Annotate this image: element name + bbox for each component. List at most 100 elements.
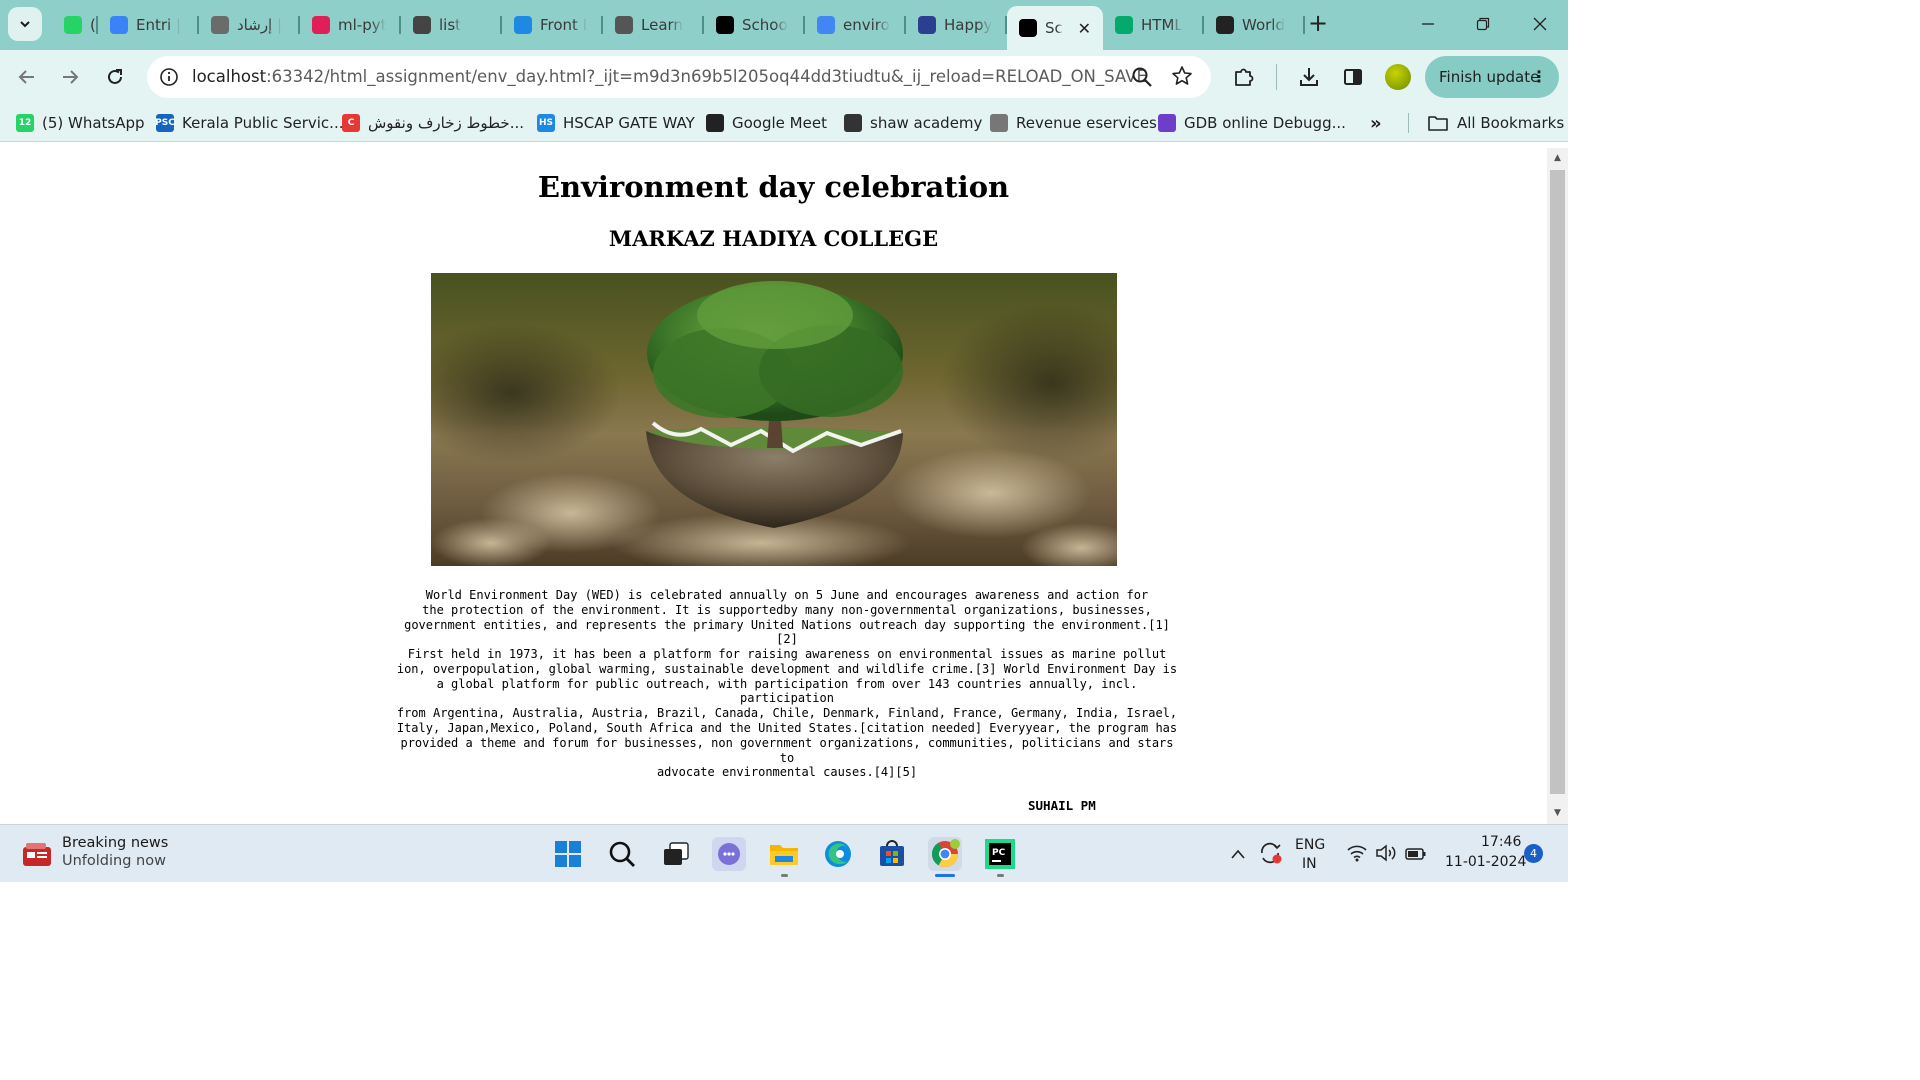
clock-date[interactable]: 11-01-2024 — [1445, 854, 1526, 870]
bookmark-item[interactable]: shaw academy — [844, 112, 982, 134]
openai-icon — [413, 16, 431, 34]
browser-tab[interactable]: list — [401, 0, 502, 50]
notification-badge[interactable]: 4 — [1524, 844, 1543, 863]
bookmark-item[interactable]: C خطوط زخارف ونقوش... — [342, 112, 524, 134]
bookmark-item[interactable]: 12 (5) WhatsApp — [16, 112, 145, 134]
browser-tab[interactable]: ml-pyt — [300, 0, 401, 50]
tab-title: HTML — [1141, 16, 1183, 34]
pycharm-icon: PC — [985, 839, 1015, 869]
pycharm-button[interactable]: PC — [983, 837, 1017, 871]
toolbar-divider — [1276, 64, 1277, 90]
zoom-icon[interactable] — [1131, 66, 1153, 92]
tab-title: list — [439, 16, 462, 34]
tab-title: Entri | — [136, 16, 182, 34]
forward-button[interactable] — [55, 62, 85, 92]
back-button[interactable] — [12, 62, 42, 92]
bookmark-item[interactable]: HS HSCAP GATE WAY — [537, 112, 695, 134]
language-code[interactable]: ENG — [1295, 837, 1325, 853]
openai-icon — [615, 16, 633, 34]
edge-icon — [825, 841, 851, 867]
taskbar-search-button[interactable] — [605, 837, 639, 871]
more-menu-icon[interactable]: ⋮ — [1531, 67, 1547, 86]
start-button[interactable] — [551, 837, 585, 871]
sync-status-icon[interactable] — [1258, 841, 1284, 869]
chrome-button[interactable] — [928, 837, 962, 871]
edge-button[interactable] — [821, 837, 855, 871]
globe-icon — [706, 114, 724, 132]
scroll-down-arrow[interactable]: ▼ — [1552, 808, 1563, 819]
tab-title: World — [1242, 16, 1285, 34]
site-info-icon[interactable] — [157, 65, 181, 89]
url-text[interactable]: localhost:63342/html_assignment/env_day.… — [192, 67, 1147, 86]
bookmark-item[interactable]: PSC Kerala Public Servic... — [155, 112, 343, 134]
more-bookmarks-button[interactable]: » — [1370, 112, 1382, 134]
browser-tab[interactable]: إرشاد | — [199, 0, 300, 50]
address-bar[interactable]: localhost:63342/html_assignment/env_day.… — [147, 56, 1211, 98]
taskbar-chat-button[interactable] — [712, 837, 746, 871]
show-hidden-icons-button[interactable] — [1230, 845, 1246, 864]
finish-update-button[interactable]: Finish update ⋮ — [1425, 56, 1559, 98]
extensions-button[interactable] — [1229, 62, 1259, 92]
bookmark-item[interactable]: GDB online Debugg... — [1158, 112, 1346, 134]
browser-tab[interactable]: enviro — [805, 0, 906, 50]
browser-tab[interactable]: (12) — [52, 0, 98, 50]
bookmark-item[interactable]: Google Meet — [706, 112, 827, 134]
scrollbar-thumb[interactable] — [1550, 170, 1565, 794]
tab-list: (12) Entri | إرشاد | ml-pyt list Front I Learn… — [52, 0, 1305, 50]
language-region[interactable]: IN — [1302, 856, 1317, 872]
browser-tab[interactable]: Front I — [502, 0, 603, 50]
pycharm-indicator — [997, 874, 1004, 877]
frontend-icon — [514, 16, 532, 34]
w3schools-icon — [1115, 16, 1133, 34]
all-bookmarks-button[interactable]: All Bookmarks — [1428, 112, 1564, 134]
entri-icon — [110, 16, 128, 34]
reload-button[interactable] — [100, 62, 130, 92]
clock-time[interactable]: 17:46 — [1481, 834, 1521, 850]
bookmark-star-icon[interactable] — [1171, 65, 1193, 91]
restore-button[interactable] — [1471, 12, 1495, 36]
wifi-icon[interactable] — [1347, 844, 1367, 866]
browser-toolbar: localhost:63342/html_assignment/env_day.… — [0, 50, 1568, 104]
volume-icon[interactable] — [1375, 844, 1397, 866]
whatsapp-icon — [64, 16, 82, 34]
browser-tab[interactable]: Schoo — [704, 0, 805, 50]
bookmark-label: (5) WhatsApp — [42, 114, 145, 132]
news-widget[interactable]: Breaking news Unfolding now — [22, 835, 168, 869]
bookmark-label: خطوط زخارف ونقوش... — [368, 114, 524, 132]
tab-title: Sc — [1045, 19, 1063, 37]
battery-icon[interactable] — [1405, 846, 1427, 865]
browser-tab[interactable]: Sc ✕ — [1007, 6, 1103, 50]
tab-search-button[interactable] — [8, 7, 42, 41]
bookmark-label: Google Meet — [732, 114, 827, 132]
tab-title: ml-pyt — [338, 16, 387, 34]
browser-tab[interactable]: Happy — [906, 0, 1007, 50]
close-window-button[interactable] — [1528, 12, 1552, 36]
browser-tab[interactable]: Entri | — [98, 0, 199, 50]
whatsapp-icon: 12 — [16, 114, 34, 132]
scroll-up-arrow[interactable]: ▲ — [1552, 153, 1563, 164]
finish-update-label: Finish update — [1439, 68, 1540, 86]
downloads-button[interactable] — [1294, 62, 1324, 92]
tab-title: Learn — [641, 16, 683, 34]
close-tab-icon[interactable]: ✕ — [1078, 19, 1091, 38]
vertical-scrollbar[interactable]: ▲ ▼ — [1547, 148, 1568, 824]
bookmarks-divider — [1408, 113, 1409, 133]
bookmark-label: GDB online Debugg... — [1184, 114, 1346, 132]
browser-tab[interactable]: World — [1204, 0, 1305, 50]
new-tab-button[interactable]: + — [1306, 11, 1330, 36]
tab-title: Happy — [944, 16, 993, 34]
bookmarks-bar: 12 (5) WhatsApp PSC Kerala Public Servic...… — [0, 104, 1568, 142]
side-panel-button[interactable] — [1338, 62, 1368, 92]
paragraph-1: World Environment Day (WED) is celebrate… — [404, 588, 1170, 647]
task-view-button[interactable] — [659, 837, 693, 871]
browser-tab[interactable]: Learn — [603, 0, 704, 50]
file-explorer-button[interactable] — [767, 837, 801, 871]
bookmark-item[interactable]: Revenue eservices — [990, 112, 1157, 134]
minimize-button[interactable] — [1416, 12, 1440, 36]
profile-avatar[interactable] — [1385, 64, 1411, 90]
store-button[interactable] — [875, 837, 909, 871]
tab-title: enviro — [843, 16, 890, 34]
browser-tab[interactable]: HTML — [1103, 0, 1204, 50]
gdb-icon — [1158, 114, 1176, 132]
restore-icon — [1476, 17, 1490, 31]
